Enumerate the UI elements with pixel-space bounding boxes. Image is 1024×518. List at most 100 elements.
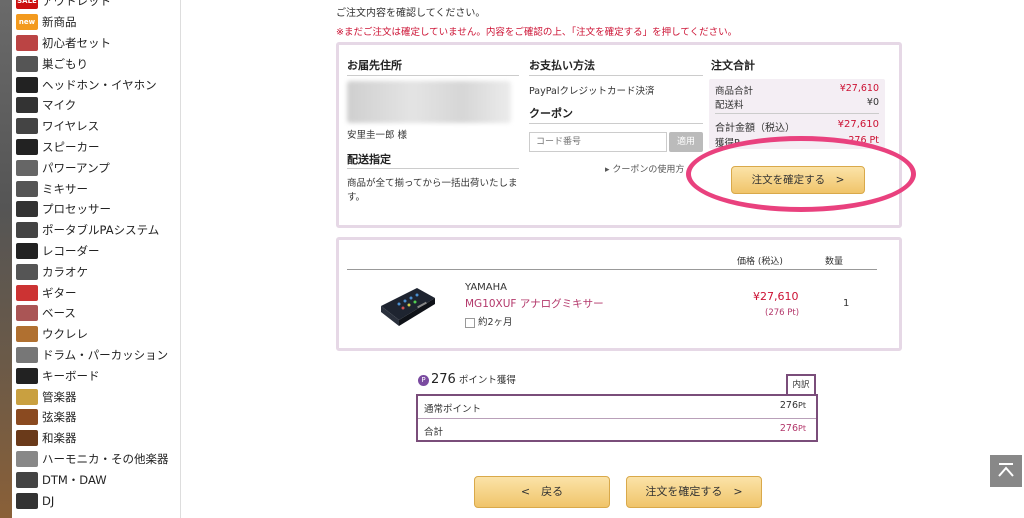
sidebar-item-label: ミキサー <box>42 181 88 196</box>
sidebar-item[interactable]: カラオケ <box>12 261 180 282</box>
normal-points-value: 276Pt <box>779 400 806 411</box>
points-earned-label: 獲得P <box>715 138 740 149</box>
sidebar-item-label: DTM・DAW <box>42 472 107 487</box>
dj-icon <box>16 492 38 509</box>
sidebar-item[interactable]: パワーアンプ <box>12 157 180 178</box>
category-list: SALE アウトレット new 新商品初心者セット 巣ごもりヘッドホン・イヤホン マイクワ… <box>12 0 180 511</box>
back-to-top-icon <box>998 463 1014 477</box>
sidebar-item-label: 巣ごもり <box>42 56 88 71</box>
points-earned-heading: P 276 ポイント獲得 <box>418 372 516 387</box>
sidebar-item[interactable]: ベース <box>12 303 180 324</box>
total-value: ¥27,610 <box>837 119 879 130</box>
delivery-text-line1: 商品が全て揃ってから一括出荷いたしま <box>347 178 518 189</box>
sidebar-item-label: 新商品 <box>42 15 77 30</box>
divider <box>715 113 879 114</box>
coupon-title: クーポン <box>529 107 573 120</box>
shipping-fee-label: 配送料 <box>715 100 744 111</box>
sidebar-item[interactable]: ワイヤレス <box>12 116 180 137</box>
coupon-apply-button[interactable]: 適用 <box>669 132 703 152</box>
item-points: (276 Pt) <box>765 308 800 318</box>
sidebar-item[interactable]: 初心者セット <box>12 33 180 54</box>
sidebar-item[interactable]: ウクレレ <box>12 324 180 345</box>
sidebar-item[interactable]: 巣ごもり <box>12 53 180 74</box>
sidebar-item-label: ベース <box>42 306 76 321</box>
confirm-order-button-top[interactable]: 注文を確定する > <box>731 166 865 194</box>
divider <box>529 75 703 76</box>
speaker-icon <box>16 138 38 155</box>
sidebar-item-label: ワイヤレス <box>42 119 100 134</box>
ukulele-icon <box>16 326 38 343</box>
sidebar-item[interactable]: 管楽器 <box>12 386 180 407</box>
new-badge-icon: new <box>16 14 38 31</box>
coupon-help-link[interactable]: ▸ クーポンの使用方 <box>605 162 684 175</box>
guitar-icon <box>16 284 38 301</box>
confirm-order-button-bottom[interactable]: 注文を確定する > <box>626 476 762 508</box>
sidebar-item-label: プロセッサー <box>42 202 111 217</box>
sidebar-item[interactable]: ポータブルPAシステム <box>12 220 180 241</box>
power-amp-icon <box>16 159 38 176</box>
sidebar-item-label: ウクレレ <box>42 327 88 342</box>
points-breakdown-table: 通常ポイント 276Pt 合計 276Pt <box>416 394 818 442</box>
normal-points-row: 通常ポイント 276Pt <box>418 396 816 419</box>
sidebar-item[interactable]: スピーカー <box>12 137 180 158</box>
sidebar-item[interactable]: DJ <box>12 490 180 511</box>
divider <box>347 168 519 169</box>
product-name-link[interactable]: MG10XUF アナログミキサー <box>465 296 604 311</box>
shipping-fee-row: 配送料 ¥0 <box>715 97 879 111</box>
quantity-header: 数量 <box>825 257 844 267</box>
sale-badge-icon: SALE <box>16 0 38 10</box>
wireless-icon <box>16 118 38 135</box>
dtm-icon <box>16 471 38 488</box>
normal-points-label: 通常ポイント <box>424 404 482 415</box>
sidebar-item-label: 初心者セット <box>42 35 111 50</box>
sidebar-item-label: ポータブルPAシステム <box>42 223 160 238</box>
stay-home-icon <box>16 55 38 72</box>
sidebar-item[interactable]: ドラム・パーカッション <box>12 345 180 366</box>
total-points-row: 合計 276Pt <box>418 419 816 441</box>
sidebar-item[interactable]: DTM・DAW <box>12 469 180 490</box>
price-header: 価格 (税込) <box>737 257 783 267</box>
sidebar-item[interactable]: ギター <box>12 282 180 303</box>
sidebar-item[interactable]: ヘッドホン・イヤホン <box>12 74 180 95</box>
sidebar-item[interactable]: SALE アウトレット <box>12 0 180 12</box>
order-item-panel: 価格 (税込) 数量 YAMAHA MG10XUF アナログミキサー 約2ヶ月 … <box>336 237 902 351</box>
sidebar-item[interactable]: プロセッサー <box>12 199 180 220</box>
total-row: 合計金額（税込） ¥27,610 <box>715 119 879 134</box>
recipient-name: 安里圭一郎 様 <box>347 130 408 141</box>
sidebar-item-label: マイク <box>42 98 77 113</box>
sidebar-item[interactable]: ミキサー <box>12 178 180 199</box>
sidebar-item-label: 和楽器 <box>42 431 77 446</box>
sidebar-item[interactable]: マイク <box>12 95 180 116</box>
sidebar-item-label: ヘッドホン・イヤホン <box>42 77 157 92</box>
intro-text: ご注文内容を確認してください。 <box>336 8 486 19</box>
category-sidebar: SALE アウトレット new 新商品初心者セット 巣ごもりヘッドホン・イヤホン マイクワ… <box>12 0 181 518</box>
sidebar-item[interactable]: 弦楽器 <box>12 407 180 428</box>
back-button[interactable]: < 戻る <box>474 476 610 508</box>
sidebar-item-label: レコーダー <box>42 243 100 258</box>
left-edge-strip <box>0 0 12 518</box>
harmonica-icon <box>16 450 38 467</box>
delivery-text-line2: す。 <box>347 192 366 203</box>
address-redacted <box>347 81 511 123</box>
checkbox-icon <box>465 317 475 328</box>
points-amount: 276 <box>431 372 456 387</box>
recorder-icon <box>16 242 38 259</box>
sidebar-item[interactable]: キーボード <box>12 365 180 386</box>
mixer-icon <box>16 180 38 197</box>
delivery-title: 配送指定 <box>347 153 391 166</box>
sidebar-item-label: ギター <box>42 285 77 300</box>
back-to-top-button[interactable] <box>990 455 1022 487</box>
coupon-code-input[interactable] <box>529 132 667 152</box>
product-lead-time: 約2ヶ月 <box>465 314 513 328</box>
shipping-fee-value: ¥0 <box>866 97 879 108</box>
points-breakdown-tab[interactable]: 内訳 <box>786 374 816 394</box>
points-earned-label: ポイント獲得 <box>458 375 516 386</box>
sidebar-item[interactable]: レコーダー <box>12 241 180 262</box>
sidebar-item[interactable]: ハーモニカ・その他楽器 <box>12 449 180 470</box>
sidebar-item[interactable]: new 新商品 <box>12 12 180 33</box>
points-icon: P <box>418 375 429 386</box>
total-points-label: 合計 <box>424 427 444 438</box>
product-image-mixer[interactable] <box>377 276 439 328</box>
order-summary-panel: お届先住所 安里圭一郎 様 配送指定 商品が全て揃ってから一括出荷いたしま す。… <box>336 42 902 228</box>
sidebar-item[interactable]: 和楽器 <box>12 428 180 449</box>
